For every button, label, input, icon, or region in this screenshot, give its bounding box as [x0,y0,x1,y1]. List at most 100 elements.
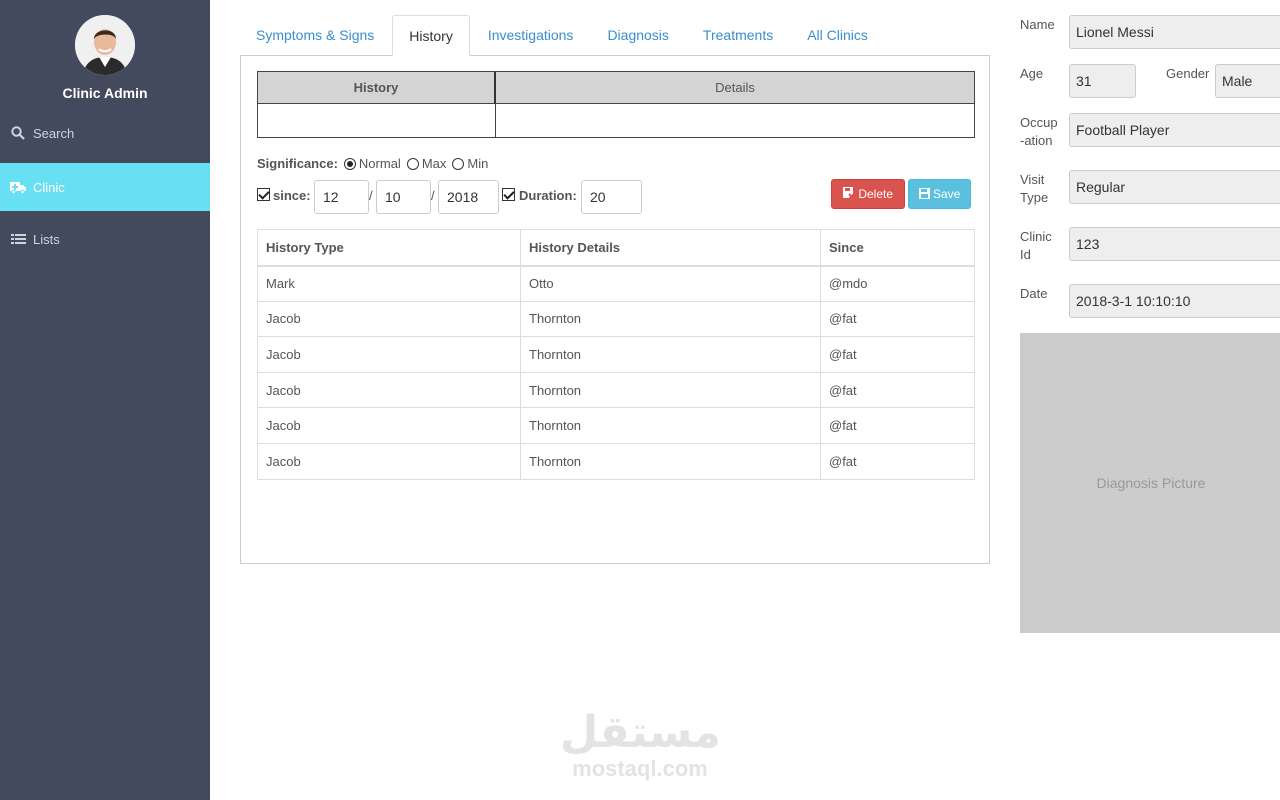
tab-history[interactable]: History [392,15,470,56]
sidebar-item-clinic[interactable]: Clinic [0,163,210,211]
history-panel: History Details Significance: Normal Max… [240,55,990,564]
name-field[interactable]: Lionel Messi [1069,15,1280,49]
table-cell: Jacob [257,407,521,444]
delete-save-icon [842,187,855,200]
age-field[interactable]: 31 [1069,64,1136,98]
tab-all-clinics[interactable]: All Clinics [791,15,884,56]
save-icon [918,188,930,199]
date-separator: / [369,188,373,203]
save-button[interactable]: Save [908,179,971,209]
tab-treatments[interactable]: Treatments [687,15,789,56]
name-label: Name [1020,17,1055,32]
duration-input[interactable]: 20 [581,180,642,214]
tab-symptoms-signs[interactable]: Symptoms & Signs [240,15,390,56]
since-checkbox[interactable] [257,188,270,201]
table-row[interactable]: Jacob Thornton @fat [257,300,975,338]
watermark-arabic: مستقل [560,708,721,757]
significance-group: Significance: Normal Max Min [257,156,492,171]
table-cell: Jacob [257,442,521,480]
table-cell: Thornton [520,300,821,338]
tab-investigations[interactable]: Investigations [472,15,590,56]
sidebar-item-label: Clinic [33,179,65,195]
table-row[interactable]: Mark Otto @mdo [257,265,975,302]
history-column-header: History [258,72,496,104]
table-row[interactable]: Jacob Thornton @fat [257,371,975,409]
table-row[interactable]: Jacob Thornton @fat [257,336,975,373]
ambulance-icon [10,179,26,195]
since-month-input[interactable]: 10 [376,180,431,214]
table-cell: Jacob [257,336,521,373]
radio-max-label: Max [421,156,447,171]
since-day-input[interactable]: 12 [314,180,369,214]
column-header-history-details: History Details [520,229,821,267]
clinic-id-label-line1: Clinic [1020,229,1052,244]
occupation-label-line2: -ation [1020,133,1053,148]
avatar[interactable] [75,15,135,75]
sidebar-item-search[interactable]: Search [0,109,210,157]
radio-max[interactable] [406,157,419,170]
column-header-since: Since [820,229,975,267]
list-icon [10,231,26,247]
table-row[interactable]: Jacob Thornton @fat [257,407,975,444]
table-cell: Jacob [257,371,521,409]
tab-bar: Symptoms & Signs History Investigations … [240,15,886,56]
table-cell: @fat [820,300,975,338]
occupation-label: Occup -ation [1020,114,1058,150]
gender-label: Gender [1166,66,1210,81]
table-cell: Otto [520,265,821,302]
since-label: since: [273,188,311,203]
user-photo-icon [75,15,135,75]
sidebar: Clinic Admin Search Clinic Lists [0,0,210,800]
table-row[interactable]: Jacob Thornton @fat [257,442,975,480]
table-cell: @mdo [820,265,975,302]
table-cell: Thornton [520,407,821,444]
sidebar-title: Clinic Admin [62,85,148,101]
history-entry-table: History Details [257,71,975,138]
tab-diagnosis[interactable]: Diagnosis [591,15,684,56]
visit-type-label: Visit Type [1020,171,1048,207]
occupation-field[interactable]: Football Player [1069,113,1280,147]
table-cell: @fat [820,371,975,409]
radio-min[interactable] [452,157,465,170]
clinic-id-label-line2: Id [1020,247,1031,262]
diagnosis-picture-label: Diagnosis Picture [1096,475,1206,491]
date-label: Date [1020,286,1048,301]
watermark-latin: mostaql.com [572,756,708,781]
details-column-header: Details [496,72,974,104]
sidebar-item-lists[interactable]: Lists [0,215,210,263]
significance-label: Significance: [257,156,338,171]
since-year-input[interactable]: 2018 [438,180,499,214]
sidebar-item-label: Lists [33,231,60,247]
occupation-label-line1: Occup [1020,115,1058,130]
gender-field[interactable]: Male [1215,64,1280,98]
date-separator: / [431,188,435,203]
history-cell[interactable] [258,104,496,137]
delete-button[interactable]: Delete [831,179,905,209]
clinic-id-field[interactable]: 123 [1069,227,1280,261]
table-cell: Thornton [520,442,821,480]
date-field[interactable]: 2018-3-1 10:10:10 [1069,284,1280,318]
table-cell: @fat [820,336,975,373]
search-icon [10,125,26,141]
duration-checkbox[interactable] [502,188,515,201]
radio-normal-label: Normal [358,156,401,171]
table-cell: Mark [257,265,521,302]
watermark: مستقل mostaql.com [560,708,721,782]
save-button-label: Save [932,187,961,201]
table-cell: @fat [820,407,975,444]
table-cell: Jacob [257,300,521,338]
clinic-id-label: Clinic Id [1020,228,1052,264]
visit-type-label-line1: Visit [1020,172,1045,187]
column-header-history-type: History Type [257,229,521,267]
table-cell: @fat [820,442,975,480]
age-label: Age [1020,66,1044,81]
sidebar-item-label: Search [33,125,75,141]
table-cell: Thornton [520,336,821,373]
radio-normal[interactable] [343,157,356,170]
table-cell: Thornton [520,371,821,409]
history-table: History Type History Details Since Mark … [257,229,975,480]
diagnosis-picture[interactable]: Diagnosis Picture [1020,333,1280,633]
duration-label: Duration: [519,188,577,203]
visit-type-label-line2: Type [1020,190,1049,205]
visit-type-field[interactable]: Regular [1069,170,1280,204]
